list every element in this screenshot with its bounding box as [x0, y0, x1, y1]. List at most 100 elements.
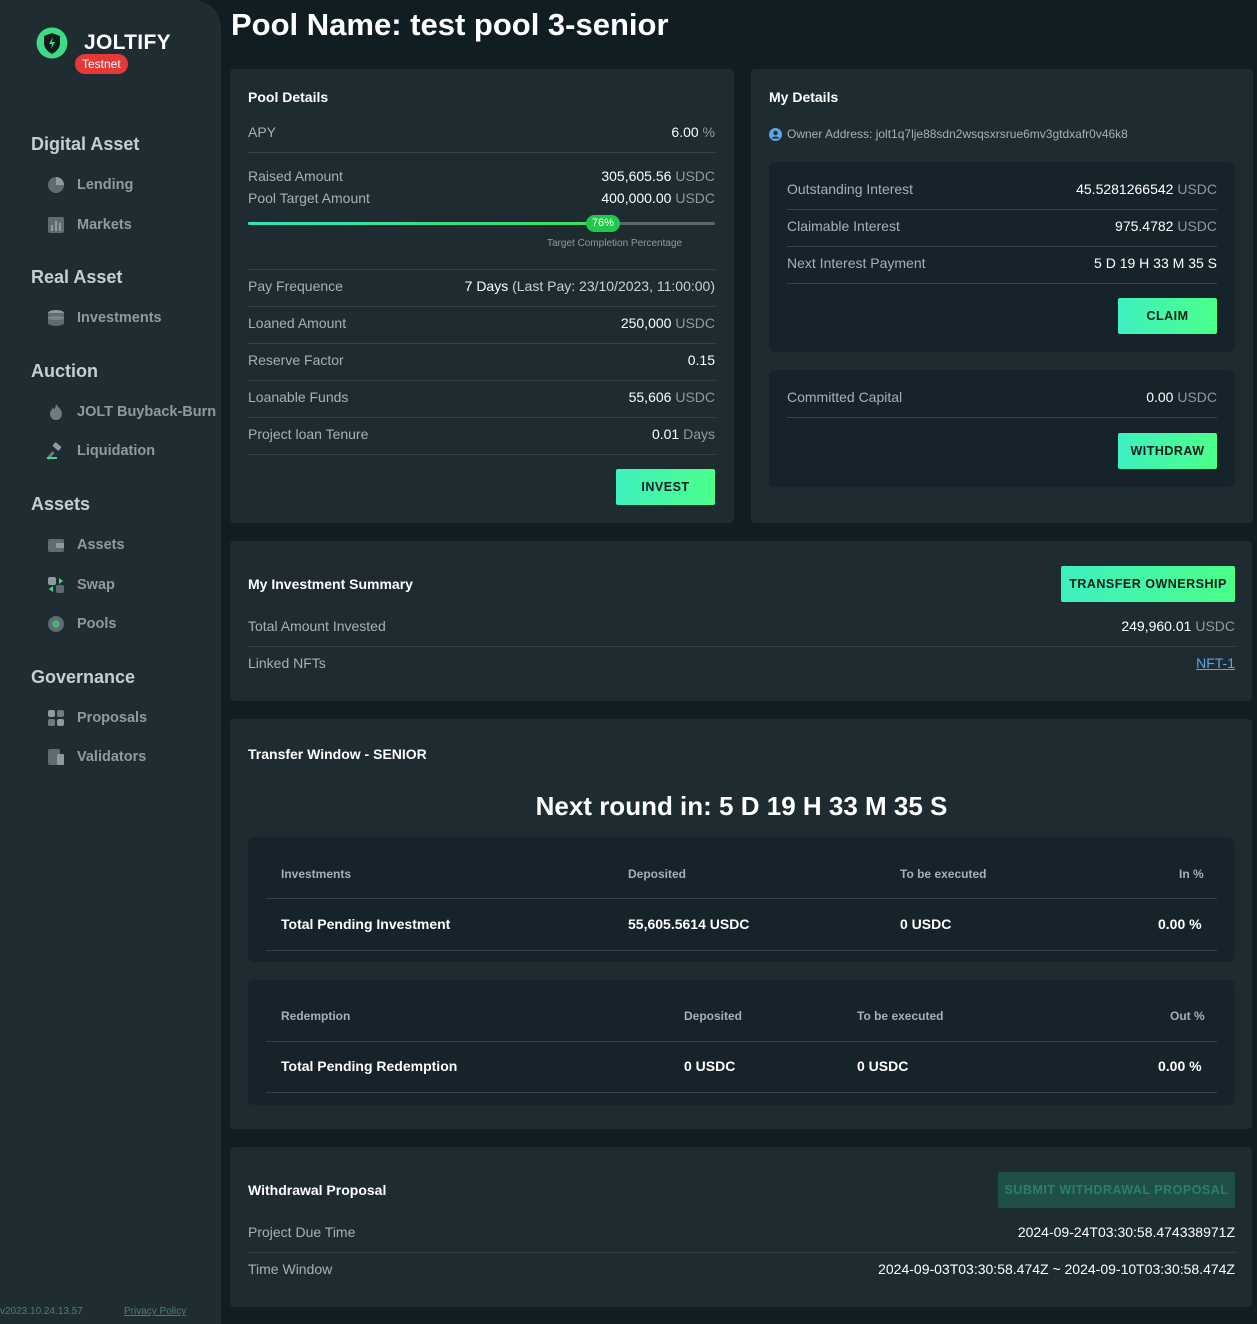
time-window-value: 2024-09-03T03:30:58.474Z ~ 2024-09-10T03…: [878, 1261, 1235, 1277]
divider: [266, 1092, 1217, 1093]
linked-nfts-label: Linked NFTs: [248, 655, 326, 671]
table-cell: 0.00 %: [1158, 1058, 1202, 1074]
table-cell: 0 USDC: [684, 1058, 736, 1074]
fire-icon: [50, 404, 62, 420]
divider: [248, 306, 715, 307]
raised-amount-label: Raised Amount: [248, 168, 343, 184]
total-invested-label: Total Amount Invested: [248, 618, 386, 634]
pay-frequence-row: Pay Frequence 7 Days (Last Pay: 23/10/20…: [248, 278, 715, 294]
divider: [248, 152, 715, 153]
my-details-title: My Details: [769, 89, 839, 105]
loan-tenure-row: Project loan Tenure 0.01 Days: [248, 426, 715, 442]
sidebar-item-pools[interactable]: Pools: [47, 612, 116, 636]
next-interest-payment-row: Next Interest Payment 5 D 19 H 33 M 35 S: [787, 255, 1217, 271]
outstanding-interest-value: 45.5281266542: [1076, 181, 1174, 197]
claim-button[interactable]: CLAIM: [1118, 298, 1217, 334]
sidebar-item-assets[interactable]: Assets: [47, 533, 125, 557]
table-header: To be executed: [900, 867, 987, 881]
loanable-funds-label: Loanable Funds: [248, 389, 349, 405]
apy-unit: %: [702, 124, 715, 140]
target-progress-caption: Target Completion Percentage: [547, 238, 683, 249]
table-header: To be executed: [857, 1009, 944, 1023]
divider: [787, 209, 1217, 210]
transfer-ownership-button[interactable]: TRANSFER OWNERSHIP: [1061, 566, 1235, 602]
claimable-interest-value: 975.4782: [1115, 218, 1174, 234]
table-cell: 0 USDC: [900, 916, 952, 932]
swap-icon: [48, 577, 64, 593]
sidebar-item-validators[interactable]: Validators: [47, 745, 146, 769]
reserve-factor-label: Reserve Factor: [248, 352, 344, 368]
investment-summary-title: My Investment Summary: [248, 576, 413, 592]
sidebar-item-lending[interactable]: Lending: [47, 173, 133, 197]
owner-address-row: Owner Address: jolt1q7lje88sdn2wsqsxrsru…: [769, 127, 1128, 141]
claimable-interest-unit: USDC: [1177, 218, 1217, 234]
divider: [266, 898, 1217, 899]
sidebar-item-swap[interactable]: Swap: [47, 573, 115, 597]
total-invested-row: Total Amount Invested 249,960.01 USDC: [248, 618, 1235, 634]
sidebar-item-liquidation[interactable]: Liquidation: [47, 439, 155, 463]
divider: [248, 269, 715, 270]
invest-button[interactable]: INVEST: [616, 469, 715, 505]
outstanding-interest-row: Outstanding Interest 45.5281266542 USDC: [787, 181, 1217, 197]
sidebar-item-label: Investments: [77, 310, 162, 326]
target-progress-badge: 76%: [585, 215, 620, 232]
page-title: Pool Name: test pool 3-senior: [231, 7, 669, 42]
pools-icon: [48, 616, 64, 632]
submit-withdrawal-proposal-button[interactable]: SUBMIT WITHDRAWAL PROPOSAL: [998, 1172, 1235, 1208]
committed-capital-panel: [769, 370, 1235, 487]
sidebar-item-label: Liquidation: [77, 443, 156, 459]
loaned-amount-label: Loaned Amount: [248, 315, 347, 331]
sidebar-item-label: Proposals: [77, 710, 148, 726]
outstanding-interest-label: Outstanding Interest: [787, 181, 914, 197]
loaned-amount-value: 250,000: [620, 315, 672, 331]
apy-label: APY: [248, 124, 277, 140]
target-amount-label: Pool Target Amount: [248, 190, 370, 206]
total-invested-value: 249,960.01: [1121, 618, 1192, 634]
table-header: Out %: [1170, 1009, 1205, 1023]
investments-table: [248, 837, 1235, 962]
table-cell: Total Pending Investment: [281, 916, 451, 932]
user-circle-icon: [769, 127, 782, 141]
nft-link[interactable]: NFT-1: [1196, 655, 1235, 671]
markets-icon: [48, 217, 64, 233]
loanable-funds-row: Loanable Funds 55,606 USDC: [248, 389, 715, 405]
owner-address: Owner Address: jolt1q7lje88sdn2wsqsxrsru…: [787, 127, 1128, 141]
sidebar-item-label: Assets: [77, 537, 125, 553]
divider: [248, 1252, 1235, 1253]
nav-section-governance: Governance: [31, 667, 136, 687]
divider: [248, 343, 715, 344]
total-invested-unit: USDC: [1195, 618, 1235, 634]
wallet-icon: [48, 539, 64, 552]
time-window-row: Time Window 2024-09-03T03:30:58.474Z ~ 2…: [248, 1261, 1235, 1277]
claimable-interest-label: Claimable Interest: [787, 218, 900, 234]
next-interest-payment-value: 5 D 19 H 33 M 35 S: [1094, 255, 1217, 271]
joltify-logo-icon: [36, 27, 68, 59]
pay-frequence-label: Pay Frequence: [248, 278, 343, 294]
nav-section-digital-asset: Digital Asset: [31, 134, 140, 154]
sidebar-item-investments[interactable]: Investments: [47, 306, 162, 330]
outstanding-interest-unit: USDC: [1177, 181, 1217, 197]
target-progress-fill: [248, 222, 603, 225]
raised-amount-value: 305,605.56: [601, 168, 672, 184]
nav-section-assets: Assets: [31, 494, 91, 514]
table-header: Deposited: [684, 1009, 743, 1023]
reserve-factor-value: 0.15: [687, 352, 715, 368]
sidebar-item-jolt-buyback-burn[interactable]: JOLT Buyback-Burn: [47, 400, 216, 424]
table-cell: 55,605.5614 USDC: [628, 916, 750, 932]
sidebar-item-markets[interactable]: Markets: [47, 213, 132, 237]
divider: [787, 246, 1217, 247]
divider: [248, 380, 715, 381]
sidebar-item-label: Swap: [77, 577, 115, 593]
committed-capital-value: 0.00: [1146, 389, 1174, 405]
pay-frequence-value: 7 Days: [464, 278, 509, 294]
withdraw-button[interactable]: WITHDRAW: [1118, 433, 1217, 469]
table-cell: 0 USDC: [857, 1058, 909, 1074]
sidebar: JOLTIFY Testnet Digital Asset Lending Ma…: [0, 0, 221, 1324]
loaned-amount-unit: USDC: [675, 315, 715, 331]
privacy-policy-link[interactable]: Privacy Policy: [124, 1306, 186, 1317]
sidebar-item-proposals[interactable]: Proposals: [47, 706, 147, 730]
project-due-time-row: Project Due Time 2024-09-24T03:30:58.474…: [248, 1224, 1235, 1240]
linked-nfts-row: Linked NFTs NFT-1: [248, 655, 1235, 671]
sidebar-item-label: Validators: [77, 749, 147, 765]
divider: [266, 1041, 1217, 1042]
